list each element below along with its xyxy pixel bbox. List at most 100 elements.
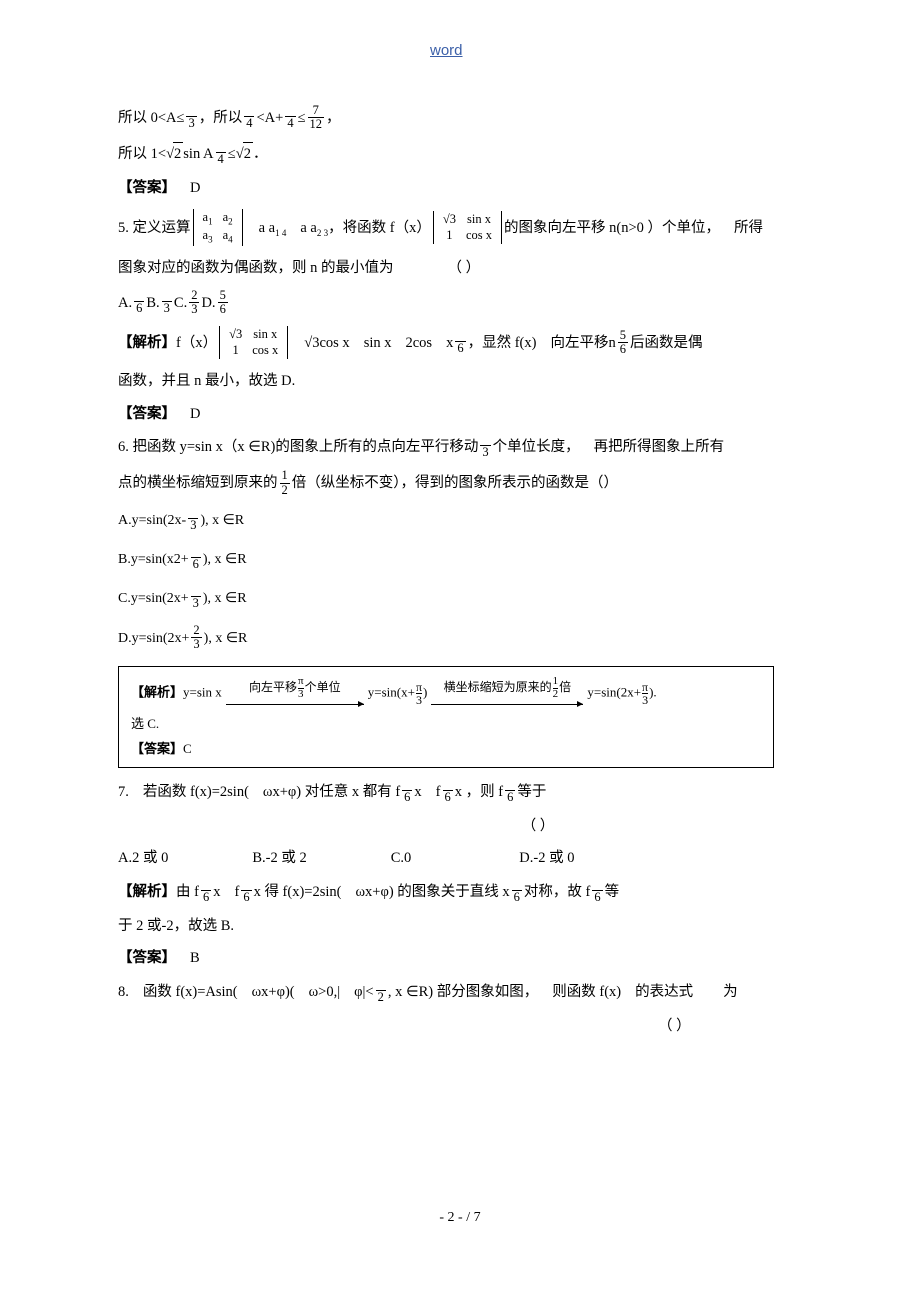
q6-line2-a: 点的横坐标缩短到原来的 — [118, 475, 278, 492]
q5-analysis-d: 2cos — [405, 335, 433, 352]
q7-analysis-b: x — [213, 883, 221, 900]
document-content: 所以 0<A≤ 3 ，所以 4 <A+ 4 ≤7 12， 所以 1<√2 sin A 4 ≤√2 ． … — [118, 103, 798, 1047]
q6-box-answer-line: 【答案】C — [131, 739, 761, 759]
q4-text-c: <A+ — [256, 109, 284, 126]
q5-matrix-1: a1 a2 a3 a4 — [192, 208, 243, 247]
q6-stem-a: 把函数 y=sin x（x ∈R)的图象上所有的点向左平行移动 — [132, 439, 479, 456]
q5-paren: （ ） — [447, 260, 481, 277]
q4-answer-line: 【答案】 D — [118, 177, 798, 199]
q7-stem-a: 若函数 f(x)=2sin( — [142, 783, 249, 800]
q6-choice-c[interactable]: C.y=sin(2x+ 3), x ∈R — [118, 586, 798, 611]
q6-box-expr-3-b: ). — [649, 684, 657, 700]
q4-frac-1: 3 — [186, 116, 197, 131]
transform-arrow-1: 向左平移 π 3 个单位 — [225, 676, 364, 709]
q6-stem-frac: 3 — [480, 445, 491, 460]
q8-paren: （ ） — [658, 1017, 691, 1034]
q7-stem-e: x ，则 f — [454, 783, 504, 800]
q5-line2: 图象对应的函数为偶函数，则 n 的最小值为 — [118, 260, 394, 277]
q6-box-expr-2-b: ) — [423, 684, 428, 700]
q4-line2-a: 所以 1< — [118, 146, 167, 163]
q6-choice-b[interactable]: B.y=sin(x2+ 6), x ∈R — [118, 547, 798, 572]
q5-stem-c: a a — [300, 220, 317, 237]
q8-stem-h: 为 — [723, 983, 738, 1000]
q5-analysis-line2: 函数，并且 n 最小，故选 D. — [118, 373, 296, 390]
q5-analysis-f: ，显然 f(x) — [467, 335, 537, 352]
q4-text-e: ， — [326, 109, 341, 126]
q7-analysis-line-2: 于 2 或-2，故选 B. — [118, 917, 234, 934]
transform-arrow-2: 横坐标缩短为原来的 1 2 倍 — [431, 676, 584, 709]
q6-solution-box: 【解析】y=sin x 向左平移 π 3 个单位 y=sin(x+ π 3) 横坐标缩短为原来的… — [118, 666, 774, 768]
q7-frac-2: 6 — [442, 789, 453, 804]
q8-stem-e: , x ∈R) 部分图象如图， — [387, 983, 539, 1000]
q7-choices: A.2 或 0 B.-2 或 2 C.0 D.-2 或 0 — [118, 847, 798, 869]
q4-frac-2: 4 — [244, 116, 255, 131]
q6-stem-c: 再把所得图象上所有 — [593, 439, 725, 456]
q5-choice-d[interactable]: D. 5 6 — [201, 288, 229, 316]
watermark-text: word — [430, 42, 463, 59]
q5-stem-d: ，将函数 f（x） — [328, 220, 431, 237]
q4-answer-label: 【答案】 — [118, 180, 176, 197]
q6-box-line-1: 【解析】y=sin x 向左平移 π 3 个单位 y=sin(x+ π 3) 横坐标缩短为原来的… — [131, 676, 761, 710]
q5-stem-b: a a — [258, 220, 276, 237]
q8-stem-g: 的表达式 — [635, 983, 694, 1000]
q7-analysis-frac-4: 6 — [592, 889, 603, 904]
q5-choice-b[interactable]: B. 3 — [146, 295, 174, 315]
q4-frac-3: 4 — [285, 116, 296, 131]
q6-line2-frac: 12 — [279, 468, 290, 497]
q5-analysis-frac: 6 — [455, 341, 466, 356]
q4-text-a: 所以 0<A≤ — [118, 109, 185, 126]
q7-analysis-frac-1: 6 — [200, 889, 212, 904]
q5-analysis-line-2: 函数，并且 n 最小，故选 D. — [118, 370, 798, 392]
q7-analysis-line-1: 【解析】由 f6xf6x 得 f(x)=2sin(ωx+φ) 的图象关于直线 x… — [118, 880, 798, 905]
q5-stem-line-1: 5. 定义运算 a1 a2 a3 a4 a a1 4a a2 3，将函数 f（x） √3 si… — [118, 208, 798, 248]
q7-analysis-e: ωx+φ) 的图象关于直线 x — [355, 883, 510, 900]
q5-choice-c[interactable]: C. 2 3 — [174, 288, 202, 316]
q8-stem-b: ωx+φ)( — [251, 983, 295, 1000]
q6-stem-line-1: 6. 把函数 y=sin x（x ∈R)的图象上所有的点向左平行移动 3 个单位长度… — [118, 435, 798, 460]
q7-analysis-g: 等 — [604, 883, 620, 900]
q5-analysis-label: 【解析】 — [118, 335, 176, 352]
q5-answer-line: 【答案】 D — [118, 403, 798, 425]
q5-stem-line-2: 图象对应的函数为偶函数，则 n 的最小值为 （ ） — [118, 257, 798, 279]
q8-frac: 2 — [375, 989, 386, 1004]
sqrt-icon: √2 — [166, 142, 184, 165]
q7-stem-c: x — [414, 783, 422, 800]
q6-box-analysis-label: 【解析】 — [131, 684, 184, 700]
q7-frac-1: 6 — [402, 789, 413, 804]
q5-stem-f: 所得 — [734, 220, 764, 237]
q7-paren: （ ） — [521, 817, 555, 834]
q5-analysis-b: √3cos x — [304, 335, 350, 352]
q8-stem-line-1: 8. 函数 f(x)=Asin(ωx+φ)(ω>0,| φ|< 2, x ∈R) 部分… — [118, 980, 798, 1005]
q4-line-2: 所以 1<√2 sin A 4 ≤√2 ． — [118, 142, 798, 167]
q6-number: 6. — [118, 439, 129, 456]
q6-choices: A.y=sin(2x- 3), x ∈R B.y=sin(x2+ 6), x ∈R … — [118, 508, 798, 653]
q7-answer-value: B — [190, 950, 200, 967]
q5-analysis-c: sin x — [363, 335, 392, 352]
q7-choice-a[interactable]: A.2 或 0 — [118, 850, 168, 866]
q5-answer-value: D — [190, 405, 201, 422]
q7-analysis-f: 对称，故 f — [523, 883, 591, 900]
page-footer: - 2 - / 7 — [439, 1210, 481, 1225]
q7-stem-d: f — [435, 783, 441, 800]
q4-text-b: ，所以 — [198, 109, 243, 126]
q6-stem-b: 个单位长度， — [492, 439, 580, 456]
q7-analysis-d: x 得 f(x)=2sin( — [253, 883, 342, 900]
q5-analysis-frac2: 56 — [617, 328, 628, 357]
q8-stem-d: φ|< — [354, 983, 374, 1000]
q4-line2-c: ≤ — [227, 146, 236, 163]
q7-number: 7. — [118, 783, 129, 800]
q6-choice-a[interactable]: A.y=sin(2x- 3), x ∈R — [118, 508, 798, 533]
q5-answer-label: 【答案】 — [118, 405, 176, 422]
q7-choice-b[interactable]: B.-2 或 2 — [252, 850, 306, 866]
q7-paren-line: （ ） — [118, 815, 798, 837]
q7-analysis-a: 由 f — [176, 883, 199, 900]
q7-choice-c[interactable]: C.0 — [391, 850, 412, 866]
q8-number: 8. — [118, 983, 129, 1000]
q6-box-expr-1: y=sin x — [183, 684, 222, 700]
q5-choice-a[interactable]: A. 6 — [118, 295, 146, 315]
q5-analysis-e: x — [446, 335, 454, 352]
q7-choice-d[interactable]: D.-2 或 0 — [519, 850, 574, 866]
q5-analysis-g: 向左平移n — [550, 335, 616, 352]
q6-choice-d[interactable]: D.y=sin(2x+ 2 3), x ∈R — [118, 623, 798, 652]
q8-stem-f: 则函数 f(x) — [552, 983, 622, 1000]
